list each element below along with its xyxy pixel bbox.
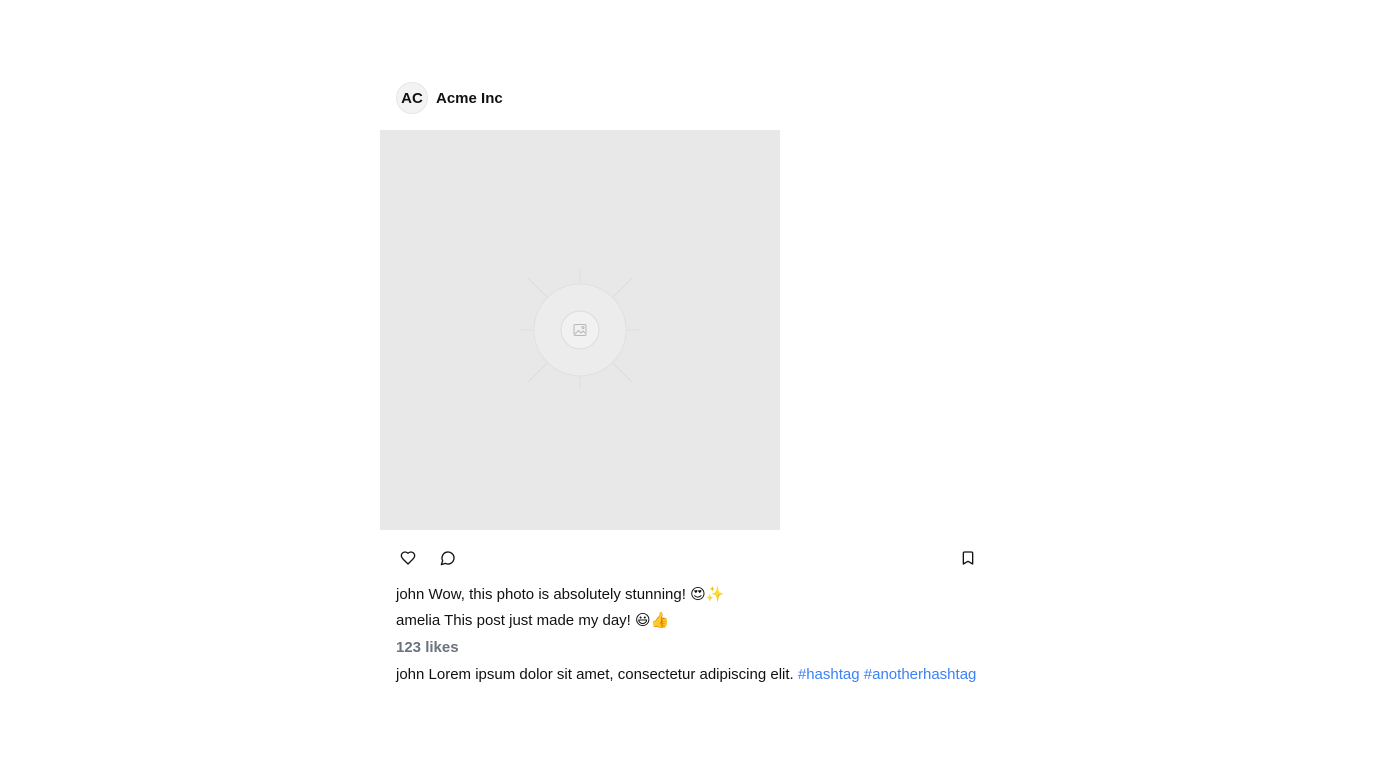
post-actions xyxy=(380,544,996,572)
avatar[interactable]: AC xyxy=(396,82,428,114)
like-button[interactable] xyxy=(396,544,420,572)
comment-username[interactable]: amelia xyxy=(396,612,440,629)
comment-bubble-icon xyxy=(440,551,455,566)
comment-text: This post just made my day! 😃👍 xyxy=(444,612,670,629)
comment-username[interactable]: john xyxy=(396,586,424,603)
comment-item: john Wow, this photo is absolutely stunn… xyxy=(396,582,996,608)
hashtag-link[interactable]: #hashtag xyxy=(798,666,860,683)
heart-icon xyxy=(400,551,416,565)
caption-text: Lorem ipsum dolor sit amet, consectetur … xyxy=(428,666,794,683)
comment-text: Wow, this photo is absolutely stunning! … xyxy=(428,586,725,603)
post-image-placeholder[interactable] xyxy=(380,130,780,530)
bookmark-icon xyxy=(962,551,974,565)
comment-button[interactable] xyxy=(436,544,460,572)
account-name[interactable]: Acme Inc xyxy=(436,90,503,107)
comment-item: amelia This post just made my day! 😃👍 xyxy=(396,608,996,634)
hashtag-link[interactable]: #anotherhashtag xyxy=(864,666,977,683)
post-card: AC Acme Inc john Wow, this photo is abso… xyxy=(380,80,996,688)
likes-count[interactable]: 123 likes xyxy=(396,634,996,662)
comments-section: john Wow, this photo is absolutely stunn… xyxy=(380,582,996,688)
save-button[interactable] xyxy=(956,544,980,572)
image-placeholder-icon xyxy=(520,270,640,390)
post-header: AC Acme Inc xyxy=(380,80,996,116)
caption-username[interactable]: john xyxy=(396,666,424,683)
caption: john Lorem ipsum dolor sit amet, consect… xyxy=(396,662,996,688)
